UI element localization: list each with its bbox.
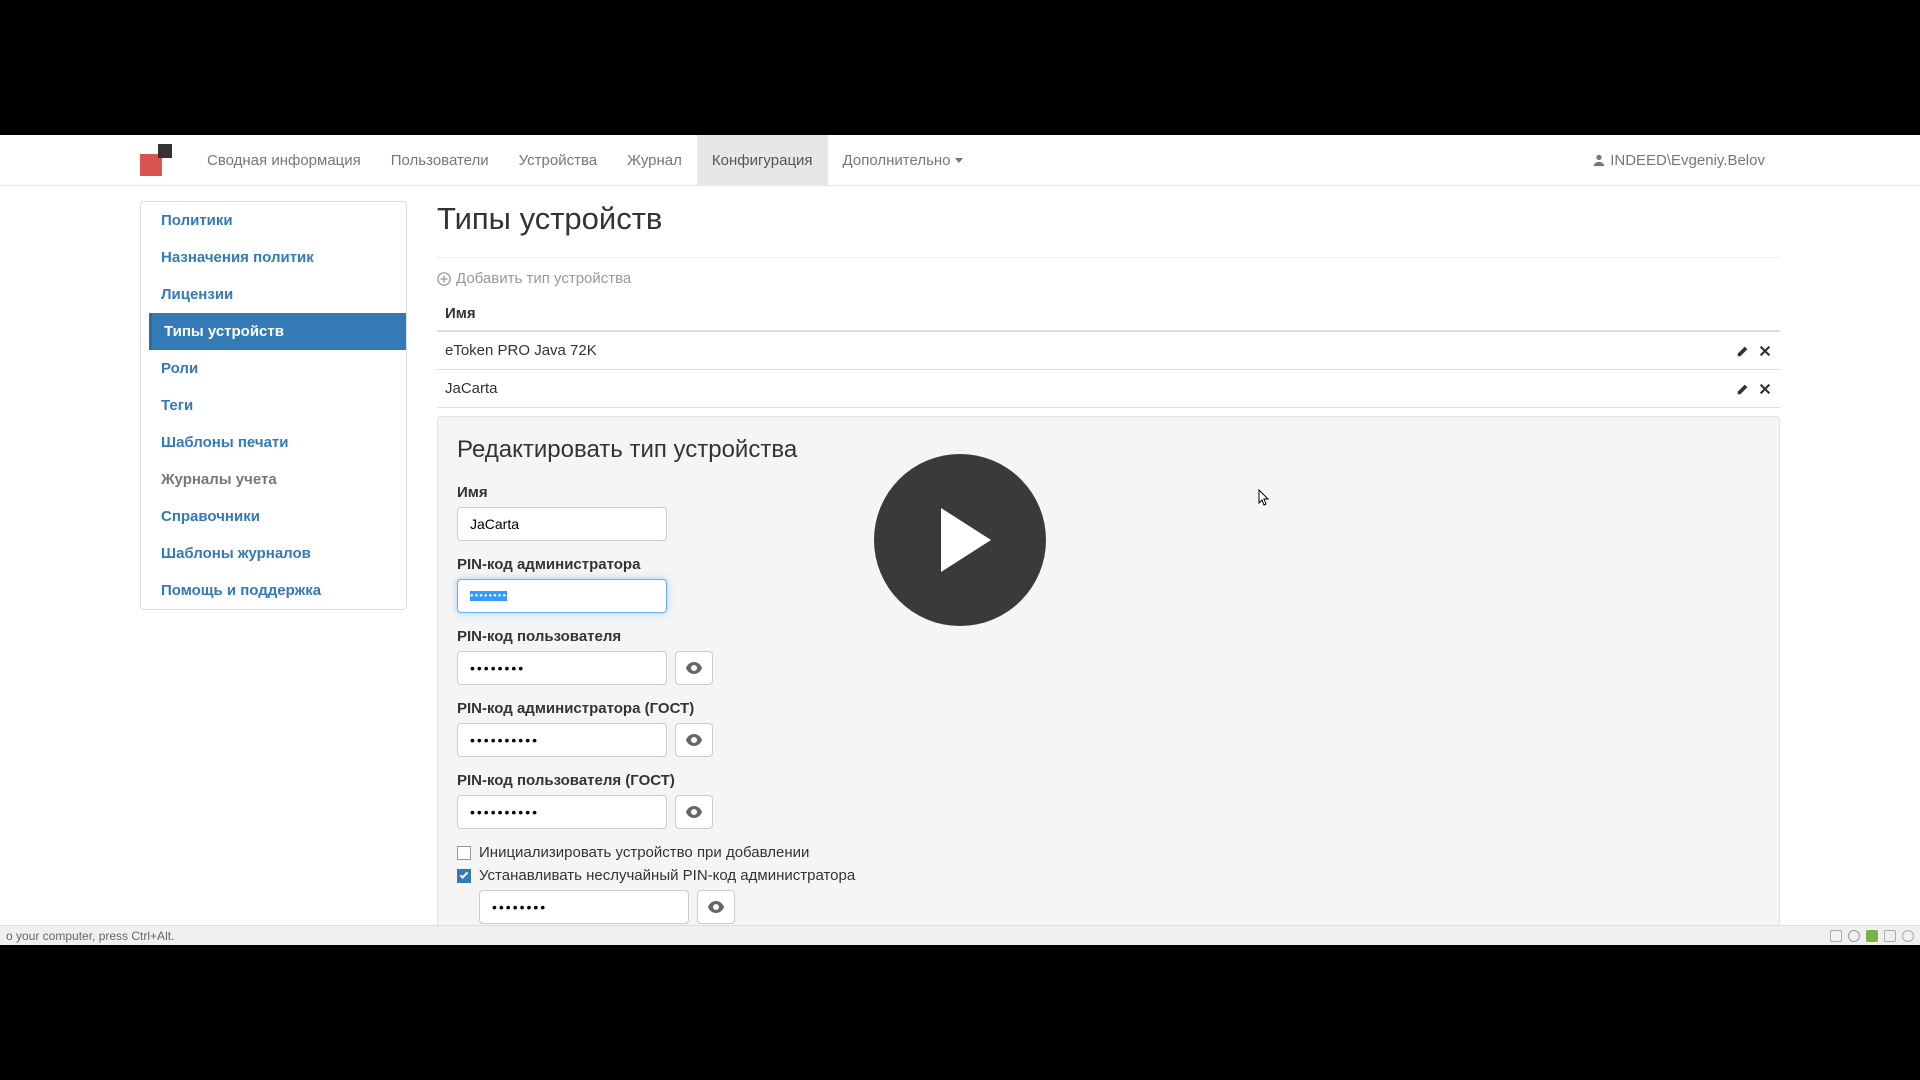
main-content: Типы устройств Добавить тип устройства И… bbox=[437, 201, 1780, 944]
edit-icon[interactable] bbox=[1736, 344, 1750, 358]
nav-summary[interactable]: Сводная информация bbox=[192, 135, 376, 185]
user-pin-label: PIN-код пользователя bbox=[457, 628, 1760, 645]
checkbox-checked-icon bbox=[457, 869, 471, 883]
top-nav: Сводная информация Пользователи Устройст… bbox=[0, 135, 1920, 186]
nav-more[interactable]: Дополнительно bbox=[828, 135, 978, 185]
add-device-type-link[interactable]: Добавить тип устройства bbox=[437, 270, 1780, 287]
table-header-name: Имя bbox=[437, 297, 1780, 332]
name-label: Имя bbox=[457, 484, 1760, 501]
edit-icon[interactable] bbox=[1736, 382, 1750, 396]
sidebar-item-journals: Журналы учета bbox=[149, 461, 406, 498]
reveal-nonrandom-pin[interactable] bbox=[697, 890, 735, 924]
table-row: eToken PRO Java 72K bbox=[437, 332, 1780, 370]
status-icon[interactable] bbox=[1830, 930, 1842, 942]
sidebar: Политики Назначения политик Лицензии Тип… bbox=[140, 201, 407, 610]
eye-icon bbox=[686, 662, 702, 674]
edit-panel: Редактировать тип устройства Имя PIN-код… bbox=[437, 416, 1780, 944]
sidebar-item-policies[interactable]: Политики bbox=[149, 202, 406, 239]
nav-users[interactable]: Пользователи bbox=[376, 135, 504, 185]
sidebar-item-tags[interactable]: Теги bbox=[149, 387, 406, 424]
status-bar: o your computer, press Ctrl+Alt. bbox=[0, 925, 1920, 945]
user-pin-gost-input[interactable] bbox=[457, 795, 667, 829]
user-icon bbox=[1592, 153, 1606, 167]
row-name: eToken PRO Java 72K bbox=[445, 342, 1736, 359]
name-input[interactable] bbox=[457, 507, 667, 541]
sidebar-item-help[interactable]: Помощь и поддержка bbox=[149, 572, 406, 609]
caret-down-icon bbox=[955, 156, 963, 164]
status-icon[interactable] bbox=[1902, 930, 1914, 942]
nav-config[interactable]: Конфигурация bbox=[697, 135, 828, 185]
sidebar-item-policy-assign[interactable]: Назначения политик bbox=[149, 239, 406, 276]
status-icon[interactable] bbox=[1884, 930, 1896, 942]
play-icon bbox=[941, 508, 991, 572]
plus-circle-icon bbox=[437, 272, 451, 286]
sidebar-item-roles[interactable]: Роли bbox=[149, 350, 406, 387]
sidebar-item-device-types[interactable]: Типы устройств bbox=[149, 313, 406, 350]
eye-icon bbox=[686, 734, 702, 746]
play-button[interactable] bbox=[874, 454, 1046, 626]
checkbox-icon bbox=[457, 846, 471, 860]
nav-devices[interactable]: Устройства bbox=[504, 135, 612, 185]
row-name: JaCarta bbox=[445, 380, 1736, 397]
eye-icon bbox=[708, 901, 724, 913]
nonrandom-pin-input[interactable] bbox=[479, 890, 689, 924]
user-pin-input[interactable] bbox=[457, 651, 667, 685]
eye-icon bbox=[686, 806, 702, 818]
admin-pin-gost-label: PIN-код администратора (ГОСТ) bbox=[457, 700, 1760, 717]
status-icon[interactable] bbox=[1866, 930, 1878, 942]
delete-icon[interactable] bbox=[1758, 382, 1772, 396]
delete-icon[interactable] bbox=[1758, 344, 1772, 358]
status-icon[interactable] bbox=[1848, 930, 1860, 942]
nav-user[interactable]: INDEED\Evgeniy.Belov bbox=[1577, 135, 1780, 185]
reveal-admin-pin-gost[interactable] bbox=[675, 723, 713, 757]
panel-title: Редактировать тип устройства bbox=[457, 436, 1760, 464]
status-text: o your computer, press Ctrl+Alt. bbox=[6, 929, 174, 943]
sidebar-item-directories[interactable]: Справочники bbox=[149, 498, 406, 535]
nonrandom-pin-check[interactable]: Устанавливать неслучайный PIN-код админи… bbox=[457, 867, 1760, 884]
reveal-user-pin-gost[interactable] bbox=[675, 795, 713, 829]
nav-journal[interactable]: Журнал bbox=[612, 135, 697, 185]
admin-pin-input[interactable]: ●●●●●●●● bbox=[457, 579, 667, 613]
init-device-check[interactable]: Инициализировать устройство при добавлен… bbox=[457, 844, 1760, 861]
sidebar-item-licenses[interactable]: Лицензии bbox=[149, 276, 406, 313]
logo bbox=[140, 144, 172, 176]
admin-pin-gost-input[interactable] bbox=[457, 723, 667, 757]
admin-pin-label: PIN-код администратора bbox=[457, 556, 1760, 573]
table-row: JaCarta bbox=[437, 370, 1780, 408]
page-title: Типы устройств bbox=[437, 201, 1780, 237]
user-pin-gost-label: PIN-код пользователя (ГОСТ) bbox=[457, 772, 1760, 789]
sidebar-item-journal-templates[interactable]: Шаблоны журналов bbox=[149, 535, 406, 572]
sidebar-item-print-templates[interactable]: Шаблоны печати bbox=[149, 424, 406, 461]
reveal-user-pin[interactable] bbox=[675, 651, 713, 685]
